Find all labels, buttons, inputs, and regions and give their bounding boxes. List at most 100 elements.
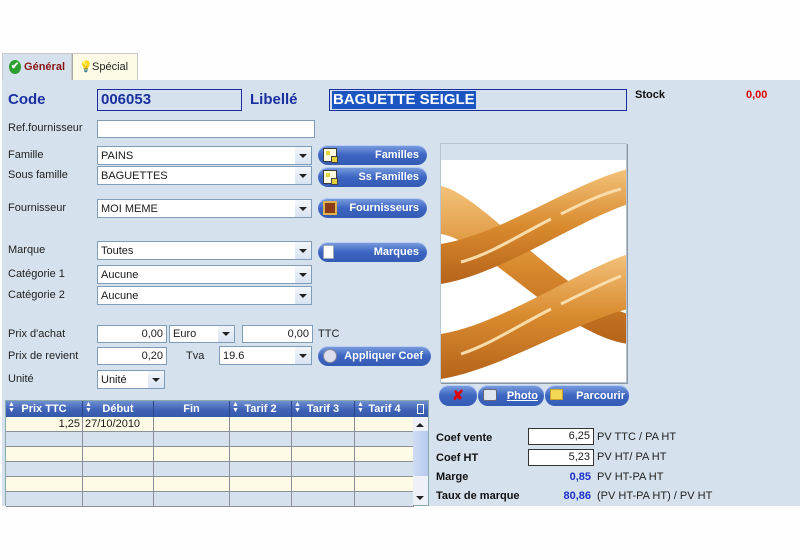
table-cell[interactable] <box>83 462 154 476</box>
table-cell[interactable] <box>355 447 414 461</box>
chevron-down-icon[interactable] <box>218 326 234 342</box>
chevron-down-icon[interactable] <box>295 167 311 184</box>
marques-button[interactable]: Marques <box>318 242 427 262</box>
table-row[interactable] <box>6 447 414 462</box>
table-row[interactable] <box>6 462 414 477</box>
ref-fournisseur-label: Ref.fournisseur <box>8 122 83 134</box>
chevron-down-icon[interactable] <box>295 266 311 283</box>
table-cell[interactable] <box>230 432 292 446</box>
table-cell[interactable] <box>154 432 230 446</box>
coef-ht-input[interactable]: 5,23 <box>528 449 594 466</box>
categorie1-select[interactable]: Aucune <box>97 265 312 284</box>
table-cell[interactable] <box>6 492 83 506</box>
parcourir-button[interactable]: Parcourir <box>545 385 629 406</box>
table-cell[interactable] <box>154 477 230 491</box>
tva-value: 19.6 <box>223 349 245 362</box>
table-cell[interactable] <box>355 477 414 491</box>
column-header[interactable]: ▲ ▼ Début <box>83 401 154 417</box>
ref-fournisseur-input[interactable] <box>97 120 315 138</box>
table-row[interactable]: 1,25 27/10/2010 <box>6 417 414 432</box>
lightbulb-icon: 💡 <box>79 61 93 73</box>
table-cell[interactable] <box>83 492 154 506</box>
chevron-down-icon[interactable] <box>148 371 164 388</box>
familles-button[interactable]: Familles <box>318 145 427 165</box>
product-photo <box>440 143 627 383</box>
tab-special[interactable]: 💡 Spécial <box>72 53 138 80</box>
sort-icon: ▲ ▼ <box>357 401 364 414</box>
chevron-down-icon[interactable] <box>295 242 311 259</box>
sous-famille-select[interactable]: BAGUETTES <box>97 166 312 185</box>
column-header[interactable]: ▲ ▼ Prix TTC <box>6 401 83 417</box>
marque-select[interactable]: Toutes <box>97 241 312 260</box>
appliquer-coef-button[interactable]: Appliquer Coef <box>318 346 431 366</box>
table-cell[interactable] <box>292 432 355 446</box>
chevron-down-icon[interactable] <box>295 347 311 364</box>
table-cell[interactable] <box>292 477 355 491</box>
chevron-down-icon[interactable] <box>295 287 311 304</box>
table-row[interactable] <box>6 432 414 447</box>
table-cell[interactable]: 27/10/2010 <box>83 417 154 431</box>
prix-achat-ttc-input[interactable]: 0,00 <box>242 325 313 343</box>
fournisseur-select[interactable]: MOI MEME <box>97 199 312 218</box>
marques-button-label: Marques <box>373 246 419 258</box>
scroll-thumb[interactable] <box>413 431 428 476</box>
grid-scrollbar[interactable] <box>413 417 428 505</box>
photo-button[interactable]: Photo <box>478 385 544 406</box>
table-cell[interactable] <box>83 432 154 446</box>
ss-familles-button[interactable]: Ss Familles <box>318 167 427 187</box>
code-field[interactable]: 006053 <box>97 89 242 111</box>
chevron-down-icon[interactable] <box>295 147 311 164</box>
table-cell[interactable] <box>230 492 292 506</box>
grid-menu-icon[interactable] <box>412 401 428 417</box>
table-cell[interactable] <box>230 462 292 476</box>
table-cell[interactable] <box>230 417 292 431</box>
table-cell[interactable] <box>154 447 230 461</box>
table-cell[interactable] <box>83 447 154 461</box>
table-cell[interactable] <box>154 417 230 431</box>
table-cell[interactable] <box>230 477 292 491</box>
table-cell[interactable] <box>6 432 83 446</box>
table-cell[interactable] <box>292 462 355 476</box>
table-cell[interactable] <box>292 447 355 461</box>
column-header[interactable]: Fin <box>154 401 230 417</box>
table-cell[interactable] <box>6 477 83 491</box>
prix-revient-input[interactable]: 0,20 <box>97 347 167 365</box>
table-cell[interactable]: 1,25 <box>6 417 83 431</box>
chevron-down-icon[interactable] <box>295 200 311 217</box>
unite-select[interactable]: Unité <box>97 370 165 389</box>
tab-general[interactable]: ✔ Général <box>2 53 72 80</box>
table-cell[interactable] <box>355 462 414 476</box>
prix-achat-input[interactable]: 0,00 <box>97 325 167 343</box>
scroll-down-icon[interactable] <box>416 496 424 500</box>
baguette-image <box>441 169 626 379</box>
currency-select[interactable]: Euro <box>169 325 235 343</box>
table-cell[interactable] <box>355 417 414 431</box>
column-header[interactable]: ▲ ▼ Tarif 2 <box>230 401 292 417</box>
scroll-up-icon[interactable] <box>416 423 424 427</box>
stock-value: 0,00 <box>746 89 768 101</box>
categorie1-label: Catégorie 1 <box>8 268 65 280</box>
delete-photo-button[interactable]: ✘ <box>439 385 477 406</box>
tarifs-grid: ▲ ▼ Prix TTC ▲ ▼ Début Fin ▲ ▼ Tarif 2 ▲ ▼ Tarif… <box>5 400 429 507</box>
table-row[interactable] <box>6 477 414 492</box>
table-cell[interactable] <box>6 462 83 476</box>
table-cell[interactable] <box>355 432 414 446</box>
table-cell[interactable] <box>292 492 355 506</box>
column-header[interactable]: ▲ ▼ Tarif 3 <box>292 401 355 417</box>
table-cell[interactable] <box>6 447 83 461</box>
famille-select[interactable]: PAINS <box>97 146 312 165</box>
fournisseurs-button[interactable]: Fournisseurs <box>318 198 427 218</box>
tva-select[interactable]: 19.6 <box>219 346 312 365</box>
column-header[interactable]: ▲ ▼ Tarif 4 <box>355 401 414 417</box>
libelle-field[interactable]: BAGUETTE SEIGLE <box>329 89 627 111</box>
table-cell[interactable] <box>292 417 355 431</box>
table-row[interactable] <box>6 492 414 507</box>
coef-vente-input[interactable]: 6,25 <box>528 428 594 445</box>
document-icon <box>323 245 334 259</box>
table-cell[interactable] <box>83 477 154 491</box>
table-cell[interactable] <box>355 492 414 506</box>
categorie2-select[interactable]: Aucune <box>97 286 312 305</box>
table-cell[interactable] <box>154 462 230 476</box>
table-cell[interactable] <box>230 447 292 461</box>
table-cell[interactable] <box>154 492 230 506</box>
